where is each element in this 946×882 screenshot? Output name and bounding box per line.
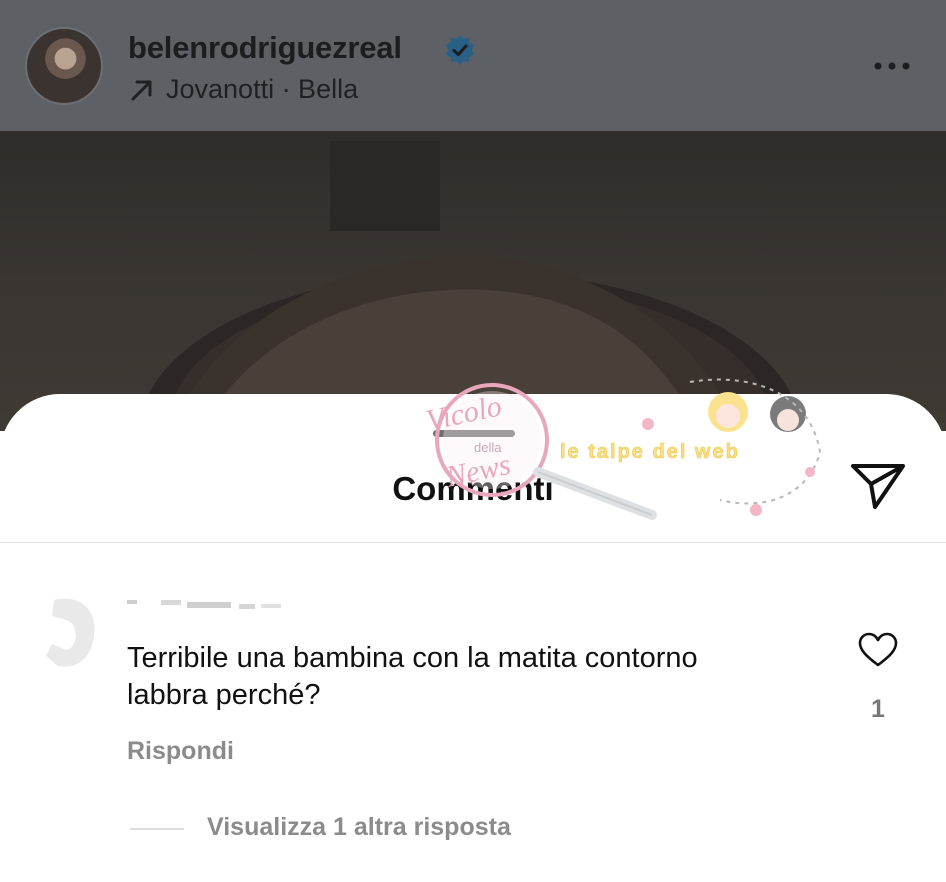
like-count: 1 [871, 695, 885, 723]
replies-divider [130, 828, 184, 830]
audio-label: Jovanotti · Bella [166, 74, 359, 104]
view-replies-button[interactable]: Visualizza 1 altra risposta [207, 813, 511, 842]
heart-icon[interactable] [858, 632, 898, 668]
author-username[interactable]: belenrodriguezreal [128, 30, 402, 66]
comments-sheet: Commenti [0, 394, 946, 882]
verified-badge-icon [446, 35, 474, 65]
share-icon[interactable] [848, 460, 908, 512]
commenter-avatar[interactable] [38, 594, 98, 672]
sheet-divider [0, 542, 946, 543]
commenter-username-redacted[interactable] [127, 592, 287, 614]
post-photo-image [140, 141, 800, 431]
arrow-up-right-icon [131, 80, 152, 100]
sheet-drag-handle[interactable] [433, 430, 515, 437]
author-avatar[interactable] [25, 27, 103, 105]
more-options-icon[interactable] [870, 58, 914, 74]
audio-link[interactable]: Jovanotti · Bella [128, 74, 358, 105]
reply-button[interactable]: Rispondi [127, 737, 234, 766]
comment-text: Terribile una bambina con la matita cont… [127, 642, 698, 711]
post-photo [0, 131, 946, 431]
sheet-title: Commenti [392, 470, 554, 507]
post-header: belenrodriguezreal Jovanotti · Bella [0, 0, 946, 131]
